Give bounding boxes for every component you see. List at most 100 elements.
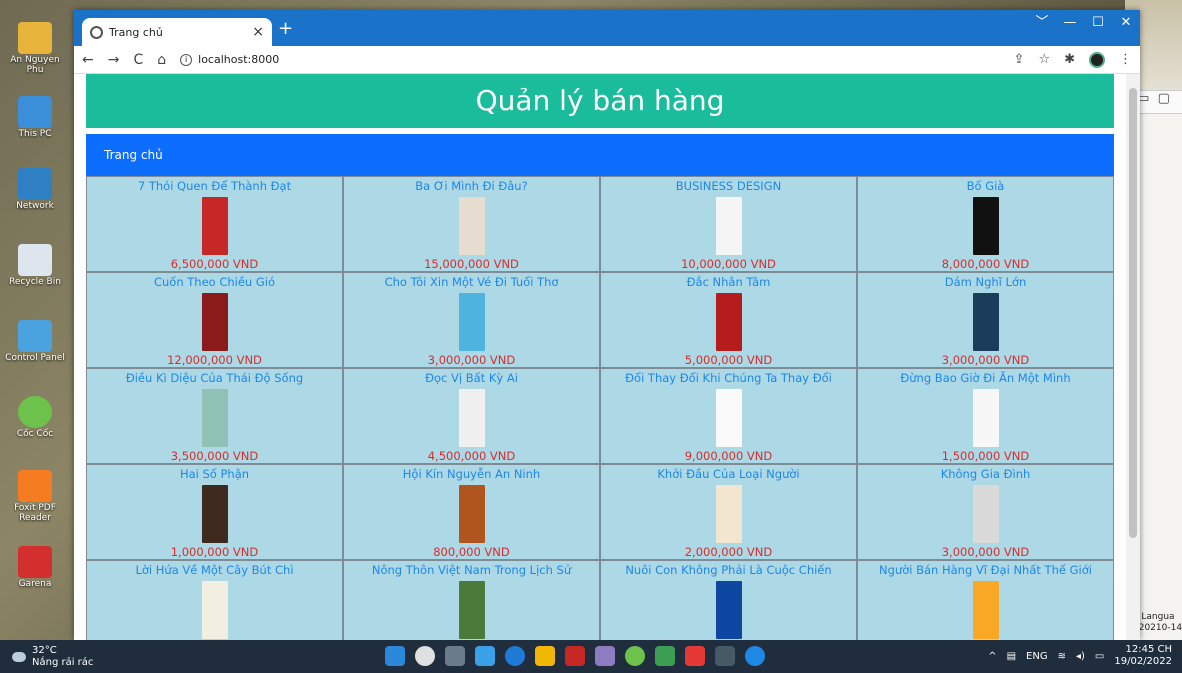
book-cover-image[interactable]: [715, 389, 742, 447]
book-cover-image[interactable]: [972, 485, 999, 543]
desktop-icon-recycle-bin[interactable]: Recycle Bin: [4, 244, 66, 288]
product-card[interactable]: Nông Thôn Việt Nam Trong Lịch Sử: [343, 560, 600, 640]
product-name[interactable]: Cuốn Theo Chiều Gió: [87, 273, 342, 289]
book-cover-image[interactable]: [201, 581, 228, 639]
product-card[interactable]: Không Gia Đình 3,000,000 VND: [857, 464, 1114, 560]
share-icon[interactable]: ⇪: [1014, 52, 1025, 67]
book-cover-image[interactable]: [458, 581, 485, 639]
product-card[interactable]: Dám Nghĩ Lớn 3,000,000 VND: [857, 272, 1114, 368]
product-card[interactable]: Đắc Nhân Tâm 5,000,000 VND: [600, 272, 857, 368]
close-window-button[interactable]: ✕: [1112, 10, 1140, 38]
new-tab-button[interactable]: +: [278, 18, 293, 39]
book-cover-image[interactable]: [458, 389, 485, 447]
edge-icon[interactable]: [505, 646, 525, 666]
product-name[interactable]: Dám Nghĩ Lớn: [858, 273, 1113, 289]
profile-avatar[interactable]: [1089, 51, 1105, 68]
book-cover-image[interactable]: [201, 293, 228, 351]
product-name[interactable]: Người Bán Hàng Vĩ Đại Nhất Thế Giới: [858, 561, 1113, 577]
product-card[interactable]: Đừng Bao Giờ Đi Ăn Một Mình 1,500,000 VND: [857, 368, 1114, 464]
nav-home-link[interactable]: Trang chủ: [104, 148, 163, 162]
product-card[interactable]: Cho Tôi Xin Một Vé Đi Tuổi Thơ 3,000,000 …: [343, 272, 600, 368]
reload-icon[interactable]: C: [133, 52, 143, 68]
product-name[interactable]: Khởi Đầu Của Loại Người: [601, 465, 856, 481]
zalo-icon[interactable]: [745, 646, 765, 666]
product-name[interactable]: Đừng Bao Giờ Đi Ăn Một Mình: [858, 369, 1113, 385]
weather-widget[interactable]: 32°C Nắng rải rác: [0, 645, 93, 668]
product-card[interactable]: Bố Già 8,000,000 VND: [857, 176, 1114, 272]
scrollbar-thumb[interactable]: [1129, 88, 1137, 538]
book-cover-image[interactable]: [201, 389, 228, 447]
product-card[interactable]: Hội Kín Nguyễn An Ninh 800,000 VND: [343, 464, 600, 560]
product-card[interactable]: Đọc Vị Bất Kỳ Ai 4,500,000 VND: [343, 368, 600, 464]
terminal-icon[interactable]: [715, 646, 735, 666]
address-bar[interactable]: i localhost:8000: [180, 53, 279, 66]
minimize-button[interactable]: —: [1056, 10, 1084, 38]
desktop-icon-garena[interactable]: Garena: [4, 546, 66, 590]
desktop-icon-network[interactable]: Network: [4, 168, 66, 212]
close-tab-button[interactable]: ×: [252, 24, 264, 40]
product-name[interactable]: Nuôi Con Không Phải Là Cuộc Chiến: [601, 561, 856, 577]
book-cover-image[interactable]: [972, 581, 999, 639]
product-card[interactable]: Hai Số Phận 1,000,000 VND: [86, 464, 343, 560]
tab-search-button[interactable]: ﹀: [1028, 10, 1056, 38]
product-name[interactable]: Đọc Vị Bất Kỳ Ai: [344, 369, 599, 385]
product-name[interactable]: Đổi Thay Đổi Khi Chúng Ta Thay Đổi: [601, 369, 856, 385]
clock[interactable]: 12:45 CH 19/02/2022: [1114, 644, 1172, 668]
book-cover-image[interactable]: [972, 293, 999, 351]
start-icon[interactable]: [385, 646, 405, 666]
task-view-icon[interactable]: [445, 646, 465, 666]
back-icon[interactable]: ←: [82, 52, 94, 68]
product-card[interactable]: Ba Ơi Mình Đi Đâu? 15,000,000 VND: [343, 176, 600, 272]
book-cover-image[interactable]: [715, 581, 742, 639]
product-name[interactable]: 7 Thói Quen Để Thành Đạt: [87, 177, 342, 193]
book-cover-image[interactable]: [972, 197, 999, 255]
home-icon[interactable]: ⌂: [157, 52, 166, 68]
product-name[interactable]: BUSINESS DESIGN: [601, 177, 856, 193]
battery-icon[interactable]: ▭: [1095, 651, 1104, 662]
browser-tab[interactable]: Trang chủ ×: [82, 18, 272, 46]
office-icon[interactable]: [685, 646, 705, 666]
product-name[interactable]: Bố Già: [858, 177, 1113, 193]
product-card[interactable]: Khởi Đầu Của Loại Người 2,000,000 VND: [600, 464, 857, 560]
book-cover-image[interactable]: [201, 197, 228, 255]
product-card[interactable]: 7 Thói Quen Để Thành Đạt 6,500,000 VND: [86, 176, 343, 272]
product-name[interactable]: Nông Thôn Việt Nam Trong Lịch Sử: [344, 561, 599, 577]
book-cover-image[interactable]: [201, 485, 228, 543]
product-card[interactable]: Cuốn Theo Chiều Gió 12,000,000 VND: [86, 272, 343, 368]
search-icon[interactable]: [415, 646, 435, 666]
extensions-icon[interactable]: ✱: [1064, 52, 1075, 67]
chevron-up-icon[interactable]: ^: [988, 651, 996, 662]
product-card[interactable]: Người Bán Hàng Vĩ Đại Nhất Thế Giới: [857, 560, 1114, 640]
product-name[interactable]: Lời Hứa Về Một Cây Bút Chì: [87, 561, 342, 577]
garena-taskbar-icon[interactable]: [565, 646, 585, 666]
maximize-button[interactable]: ☐: [1084, 10, 1112, 38]
product-name[interactable]: Ba Ơi Mình Đi Đâu?: [344, 177, 599, 193]
scrollbar[interactable]: [1126, 74, 1140, 640]
wifi-icon[interactable]: ≋: [1058, 651, 1066, 662]
forward-icon[interactable]: →: [108, 52, 120, 68]
product-name[interactable]: Không Gia Đình: [858, 465, 1113, 481]
book-cover-image[interactable]: [972, 389, 999, 447]
file-explorer-icon[interactable]: [535, 646, 555, 666]
book-cover-image[interactable]: [715, 197, 742, 255]
product-name[interactable]: Hội Kín Nguyễn An Ninh: [344, 465, 599, 481]
star-icon[interactable]: ☆: [1038, 52, 1050, 67]
book-cover-image[interactable]: [715, 485, 742, 543]
book-cover-image[interactable]: [458, 485, 485, 543]
book-cover-image[interactable]: [715, 293, 742, 351]
product-card[interactable]: Lời Hứa Về Một Cây Bút Chì: [86, 560, 343, 640]
desktop-icon-foxit[interactable]: Foxit PDF Reader: [4, 470, 66, 524]
desktop-icon-user[interactable]: An Nguyen Phu: [4, 22, 66, 76]
desktop-icon-control-panel[interactable]: Control Panel: [4, 320, 66, 364]
product-card[interactable]: Điều Kì Diệu Của Thái Độ Sống 3,500,000 V…: [86, 368, 343, 464]
product-name[interactable]: Điều Kì Diệu Của Thái Độ Sống: [87, 369, 342, 385]
desktop-icon-this-pc[interactable]: This PC: [4, 96, 66, 140]
chat-icon[interactable]: [475, 646, 495, 666]
product-name[interactable]: Đắc Nhân Tâm: [601, 273, 856, 289]
coccoc-taskbar-icon[interactable]: [625, 646, 645, 666]
product-card[interactable]: Nuôi Con Không Phải Là Cuộc Chiến: [600, 560, 857, 640]
language-indicator[interactable]: ENG: [1026, 651, 1048, 662]
product-card[interactable]: BUSINESS DESIGN 10,000,000 VND: [600, 176, 857, 272]
excel-icon[interactable]: [655, 646, 675, 666]
desktop-icon-coccoc[interactable]: Cốc Cốc: [4, 396, 66, 440]
